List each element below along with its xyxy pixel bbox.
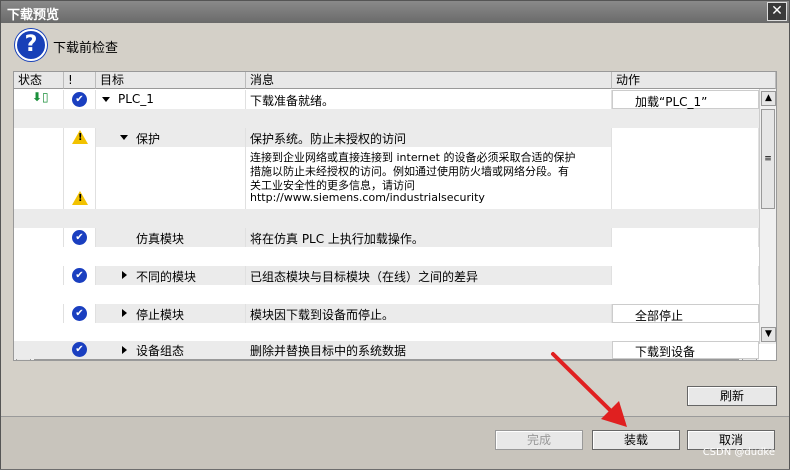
watermark: CSDN @dudke xyxy=(702,447,775,458)
annotation-arrow xyxy=(551,352,627,427)
download-preview-window: 下载预览 ✕ ? 下载前检查 状态 ! 目标 消息 动作 ⬇▯ ✔ PLC_1 … xyxy=(0,0,790,469)
